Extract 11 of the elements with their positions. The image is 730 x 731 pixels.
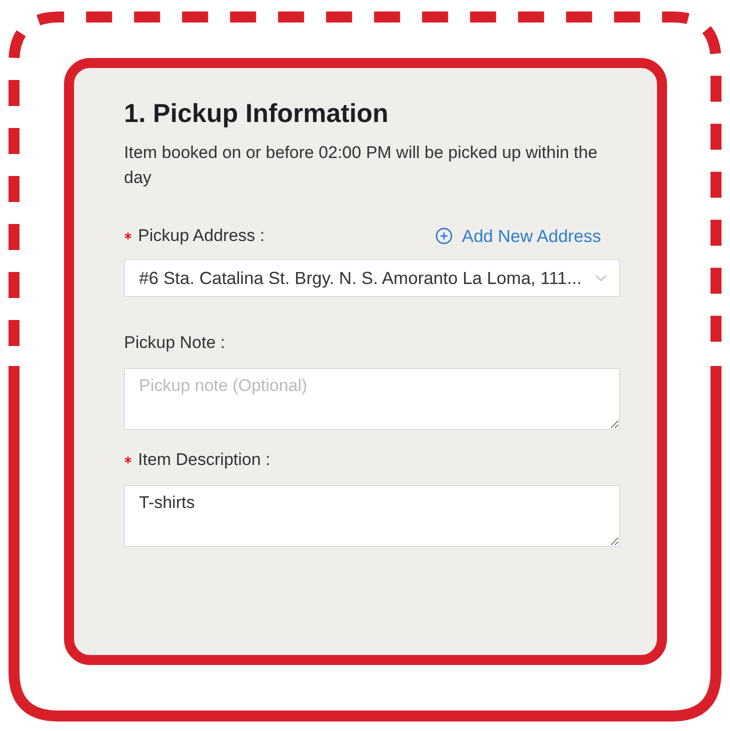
address-dropdown[interactable]: #6 Sta. Catalina St. Brgy. N. S. Amoranto La Loma, 111... — [124, 259, 620, 297]
add-address-link[interactable]: Add New Address — [434, 226, 601, 246]
section-title: 1. Pickup Information — [124, 97, 390, 130]
field-label: Pickup Address : — [138, 226, 265, 246]
description-field[interactable]: T-shirts — [124, 485, 620, 547]
notice-text: Item booked on or before 02:00 PM will be picked up within the day — [124, 142, 598, 189]
field-label: Pickup Note : — [124, 333, 226, 353]
chevron-down-icon — [595, 274, 607, 282]
field-label: Item Description : — [138, 450, 270, 470]
note-field[interactable]: Pickup note (Optional) — [124, 368, 620, 430]
add-icon — [434, 227, 453, 245]
